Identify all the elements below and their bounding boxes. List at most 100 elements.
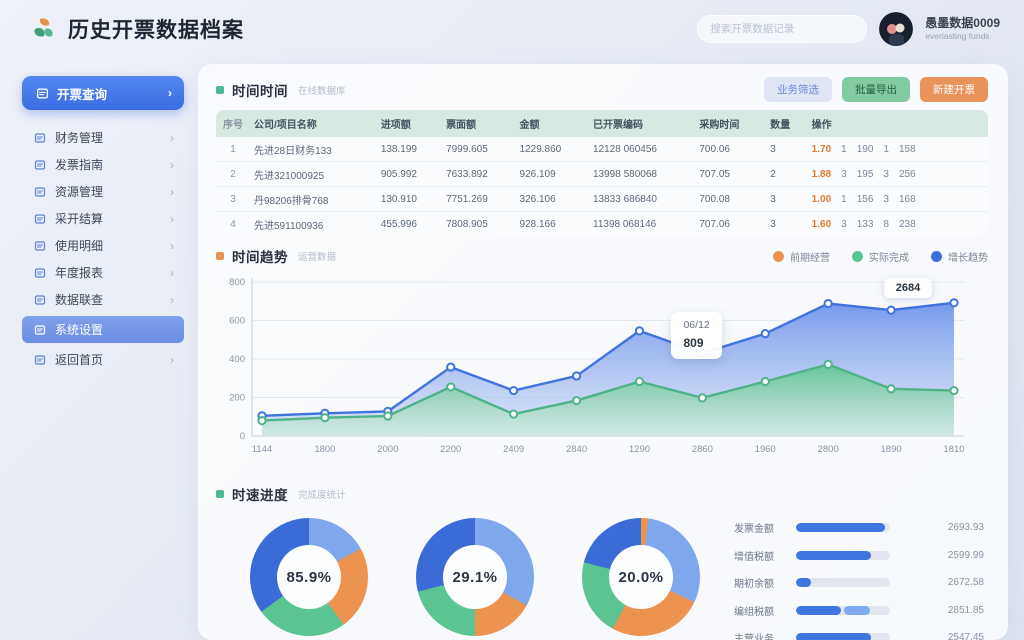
cell-time: 707.06 xyxy=(695,212,766,237)
chevron-right-icon: › xyxy=(170,212,174,226)
sidebar-item-label: 资源管理 xyxy=(55,183,103,200)
legend-label: 实际完成 xyxy=(869,249,909,264)
sidebar-item[interactable]: 财务管理 › xyxy=(22,124,184,151)
table-header-cell: 金额 xyxy=(516,110,589,137)
cell-time: 700.08 xyxy=(695,187,766,212)
lav-action-button[interactable]: 业务筛选 xyxy=(764,77,832,102)
legend-item[interactable]: 增长趋势 xyxy=(931,249,988,264)
sidebar-item-label: 采开结算 xyxy=(55,210,103,227)
menu-item-icon xyxy=(34,294,46,306)
menu-item-icon xyxy=(34,354,46,366)
svg-text:1800: 1800 xyxy=(314,444,335,455)
table-row[interactable]: 3 丹98206排骨768 130.910 7751.269 326.106 1… xyxy=(216,187,988,212)
cell-amount-c: 1229.860 xyxy=(516,137,589,162)
cell-name: 先进321000925 xyxy=(250,162,377,187)
sidebar-item[interactable]: 资源管理 › xyxy=(22,178,184,205)
cell-name: 先进591100936 xyxy=(250,212,377,237)
donut-center-label: 20.0% xyxy=(609,545,673,609)
cell-ops: 1.0011563168 xyxy=(808,187,988,212)
svg-text:2409: 2409 xyxy=(503,444,524,455)
donut-ring: 85.9% xyxy=(250,518,368,636)
chevron-right-icon: › xyxy=(170,131,174,145)
avatar-image-icon xyxy=(879,12,913,46)
donut-center-label: 85.9% xyxy=(277,545,341,609)
progress-section-subtitle: 完成度统计 xyxy=(298,487,346,501)
stat-row: 增值税额 2599.99 xyxy=(734,548,984,563)
sidebar-active-item[interactable]: 开票查询 › xyxy=(22,76,184,110)
area-chart: 0200400600800114418002000220024092840129… xyxy=(216,270,988,482)
cell-amount-a: 455.996 xyxy=(377,212,442,237)
menu-item-icon xyxy=(34,324,46,336)
search-input[interactable] xyxy=(710,23,854,35)
section-dot-icon xyxy=(216,252,224,260)
sidebar-item[interactable]: 返回首页 › xyxy=(22,346,184,373)
table-section-title: 时间时间 xyxy=(232,80,288,100)
legend-label: 增长趋势 xyxy=(948,249,988,264)
rate-value: 1.70 xyxy=(812,144,831,155)
op-value: 3 xyxy=(841,169,847,180)
sidebar-item[interactable]: 发票指南 › xyxy=(22,151,184,178)
op-value: 1 xyxy=(841,194,847,205)
table-header-cell: 公司/项目名称 xyxy=(250,110,377,137)
sidebar-item[interactable]: 使用明细 › xyxy=(22,232,184,259)
sidebar-item-label: 发票指南 xyxy=(55,156,103,173)
sidebar-item[interactable]: 数据联查 › xyxy=(22,286,184,313)
table-header-cell: 采购时间 xyxy=(695,110,766,137)
tooltip-label: 06/12 xyxy=(683,318,709,334)
svg-text:1290: 1290 xyxy=(629,444,650,455)
sidebar-item-label: 年度报表 xyxy=(55,264,103,281)
user-info[interactable]: 愚墨数据0009 everlasting funds xyxy=(925,16,1000,42)
progress-section-header: 时速进度 完成度统计 xyxy=(216,484,988,504)
table-row[interactable]: 4 先进591100936 455.996 7808.905 928.166 1… xyxy=(216,212,988,237)
menu-item-icon xyxy=(36,87,49,100)
menu-item-icon xyxy=(34,267,46,279)
search-bar[interactable] xyxy=(697,15,867,43)
sidebar-menu: 财务管理 › 发票指南 › 资源管理 › 采开结算 › 使用明细 › 年度报表 … xyxy=(22,124,184,373)
op-value: 195 xyxy=(857,169,874,180)
chart-section-subtitle: 运营数据 xyxy=(298,249,336,263)
table-row[interactable]: 2 先进321000925 905.992 7633.892 926.109 1… xyxy=(216,162,988,187)
menu-item-icon xyxy=(34,159,46,171)
progress-fill xyxy=(796,523,885,532)
op-value: 190 xyxy=(857,144,874,155)
svg-text:2800: 2800 xyxy=(818,444,839,455)
orange-action-button[interactable]: 新建开票 xyxy=(920,77,988,102)
sidebar-item[interactable]: 年度报表 › xyxy=(22,259,184,286)
chart-tooltip: 06/12 809 xyxy=(671,312,721,359)
svg-text:800: 800 xyxy=(229,277,245,288)
table-header-cell: 进项额 xyxy=(377,110,442,137)
cell-code: 11398 068146 xyxy=(589,212,695,237)
progress-fill xyxy=(796,606,841,615)
avatar[interactable] xyxy=(879,12,913,46)
stat-value: 2851.85 xyxy=(948,605,984,616)
table-actions: 业务筛选批量导出新建开票 xyxy=(764,77,988,102)
legend-item[interactable]: 实际完成 xyxy=(852,249,909,264)
table-header-cell: 票面额 xyxy=(442,110,515,137)
section-dot-icon xyxy=(216,86,224,94)
tooltip-value: 809 xyxy=(683,336,703,350)
table-section-header: 时间时间 在线数据库 业务筛选批量导出新建开票 xyxy=(216,77,988,102)
legend-item[interactable]: 前期经营 xyxy=(773,249,830,264)
chart-section-header: 时间趋势 运营数据 前期经营 实际完成 增长趋势 xyxy=(216,246,988,266)
stat-row: 期初余额 2672.58 xyxy=(734,575,984,590)
table-header-cell: 已开票编码 xyxy=(589,110,695,137)
op-value: 133 xyxy=(857,219,874,230)
sidebar-item[interactable]: 采开结算 › xyxy=(22,205,184,232)
progress-fill xyxy=(796,633,871,640)
op-value: 3 xyxy=(841,219,847,230)
cell-code: 12128 060456 xyxy=(589,137,695,162)
svg-text:600: 600 xyxy=(229,316,245,327)
rate-value: 1.00 xyxy=(812,194,831,205)
progress-fill xyxy=(796,578,811,587)
donut-chart: 85.9% 税率 50.00 xyxy=(226,514,392,640)
cell-index: 4 xyxy=(216,212,250,237)
op-value: 8 xyxy=(883,219,889,230)
progress-section-title: 时速进度 xyxy=(232,484,288,504)
table-header-row: 序号公司/项目名称进项额票面额金额已开票编码采购时间数量操作 xyxy=(216,110,988,137)
progress-fill xyxy=(796,551,871,560)
op-value: 3 xyxy=(883,169,889,180)
green-action-button[interactable]: 批量导出 xyxy=(842,77,910,102)
sidebar-item[interactable]: 系统设置 › xyxy=(22,316,184,343)
table-row[interactable]: 1 先进28日财务133 138.199 7999.605 1229.860 1… xyxy=(216,137,988,162)
legend-label: 前期经营 xyxy=(790,249,830,264)
